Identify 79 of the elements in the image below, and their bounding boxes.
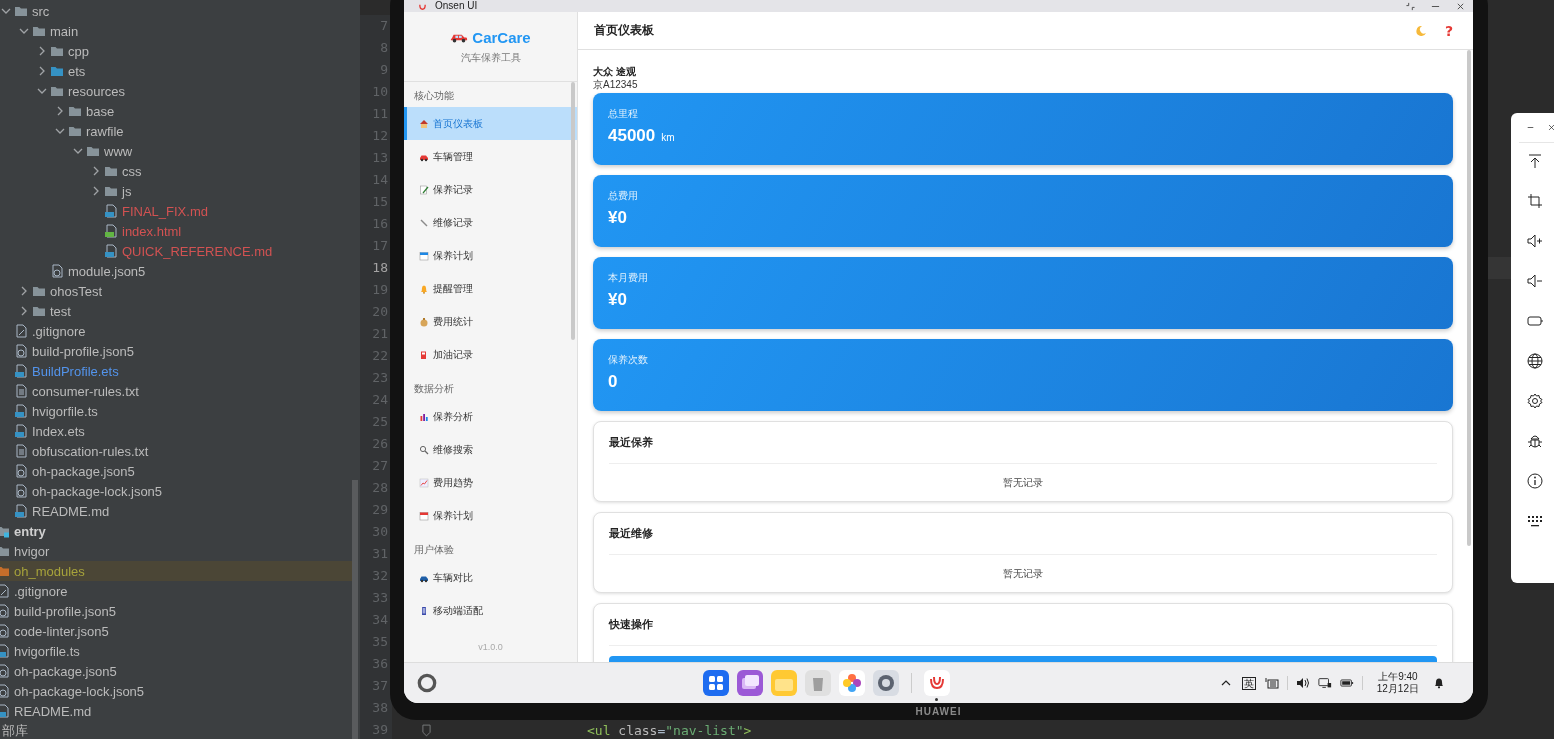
nav-item[interactable]: 费用统计 [404, 305, 577, 338]
page-title: 首页仪表板 [594, 22, 654, 39]
nav-item[interactable]: 保养记录 [404, 173, 577, 206]
tree-item[interactable]: oh_modules [0, 561, 352, 581]
input-method-indicator[interactable]: 英 [1241, 676, 1256, 690]
nav-item[interactable]: 保养分析 [404, 400, 577, 433]
tree-item[interactable]: module.json5 [0, 261, 352, 281]
section-title: 核心功能 [413, 89, 455, 103]
stat-value: 0 [608, 372, 618, 392]
tree-item[interactable]: .gitignore [0, 581, 352, 601]
stat-label: 总费用 [608, 189, 639, 203]
version-label: v1.0.0 [478, 642, 503, 652]
tree-item[interactable]: oh-package-lock.json5 [0, 681, 352, 701]
tree-item[interactable]: Index.ets [0, 421, 352, 441]
stat-label: 本月费用 [608, 271, 649, 285]
nav-item[interactable]: 维修搜索 [404, 433, 577, 466]
tree-item[interactable]: build-profile.json5 [0, 341, 352, 361]
tree-item[interactable]: css [0, 161, 352, 181]
tree-item[interactable]: oh-package.json5 [0, 661, 352, 681]
tree-item[interactable]: .gitignore [0, 321, 352, 341]
section-title: 用户体验 [413, 543, 455, 557]
panel-title: 最近保养 [609, 435, 653, 450]
panel-title: 快速操作 [609, 617, 653, 632]
panel-title: 最近维修 [609, 526, 653, 541]
stat-value: 45000 [608, 126, 656, 146]
empty-message: 暂无记录 [1003, 566, 1043, 581]
nav-item[interactable]: 加油记录 [404, 338, 577, 371]
tree-item[interactable]: BuildProfile.ets [0, 361, 352, 381]
nav-item[interactable]: 移动端适配 [404, 594, 577, 627]
tree-item[interactable]: entry [0, 521, 352, 541]
app-subtitle: 汽车保养工具 [460, 50, 521, 65]
tree-item[interactable]: consumer-rules.txt [0, 381, 352, 401]
tree-item[interactable]: cpp [0, 41, 352, 61]
tree-item[interactable]: oh-package.json5 [0, 461, 352, 481]
stat-unit: km [661, 132, 675, 143]
tree-item[interactable]: rawfile [0, 121, 352, 141]
tree-item[interactable]: code-linter.json5 [0, 621, 352, 641]
line-number: 18 [360, 257, 392, 279]
stat-label: 总里程 [608, 107, 639, 121]
tree-item[interactable]: hvigor [0, 541, 352, 561]
tree-item[interactable]: hvigorfile.ts [0, 641, 352, 661]
tree-item[interactable]: README.md [0, 701, 352, 721]
tree-item[interactable]: src [0, 1, 352, 21]
nav-item[interactable]: 首页仪表板 [404, 107, 577, 140]
tree-item[interactable]: ohosTest [0, 281, 352, 301]
stat-label: 保养次数 [608, 353, 649, 367]
app-name: CarCare [472, 28, 531, 46]
tree-item[interactable]: base [0, 101, 352, 121]
nav-item[interactable]: 车辆对比 [404, 561, 577, 594]
nav-item[interactable]: 维修记录 [404, 206, 577, 239]
tree-item[interactable]: oh-package-lock.json5 [0, 481, 352, 501]
tree-item[interactable]: hvigorfile.ts [0, 401, 352, 421]
tree-item[interactable]: resources [0, 81, 352, 101]
nav-item[interactable]: 保养计划 [404, 239, 577, 272]
tree-item[interactable]: README.md [0, 501, 352, 521]
clock-date: 12月12日 [1376, 683, 1419, 695]
tree-item[interactable]: main [0, 21, 352, 41]
nav-item[interactable]: 保养计划 [404, 499, 577, 532]
tree-item[interactable]: 部库 [0, 721, 352, 739]
tree-item[interactable]: obfuscation-rules.txt [0, 441, 352, 461]
clock-time: 上午9:40 [1378, 671, 1418, 683]
nav-item[interactable]: 提醒管理 [404, 272, 577, 305]
help-button[interactable]: ? [1444, 22, 1453, 39]
device-brand: HUAWEI [915, 706, 962, 717]
tree-item[interactable]: js [0, 181, 352, 201]
vehicle-name: 大众 途观 [593, 65, 637, 79]
nav-item[interactable]: 费用趋势 [404, 466, 577, 499]
tree-item[interactable]: test [0, 301, 352, 321]
tree-item[interactable]: ets [0, 61, 352, 81]
empty-message: 暂无记录 [1003, 475, 1043, 490]
tree-item[interactable]: www [0, 141, 352, 161]
code-line: <ul class="nav-list"> [587, 722, 752, 738]
license-plate: 京A12345 [593, 79, 639, 92]
stat-value: ¥0 [608, 290, 627, 310]
section-title: 数据分析 [413, 382, 455, 396]
window-title: Onsen UI [435, 0, 478, 12]
tree-item[interactable]: build-profile.json5 [0, 601, 352, 621]
nav-item[interactable]: 车辆管理 [404, 140, 577, 173]
stat-value: ¥0 [608, 208, 627, 228]
